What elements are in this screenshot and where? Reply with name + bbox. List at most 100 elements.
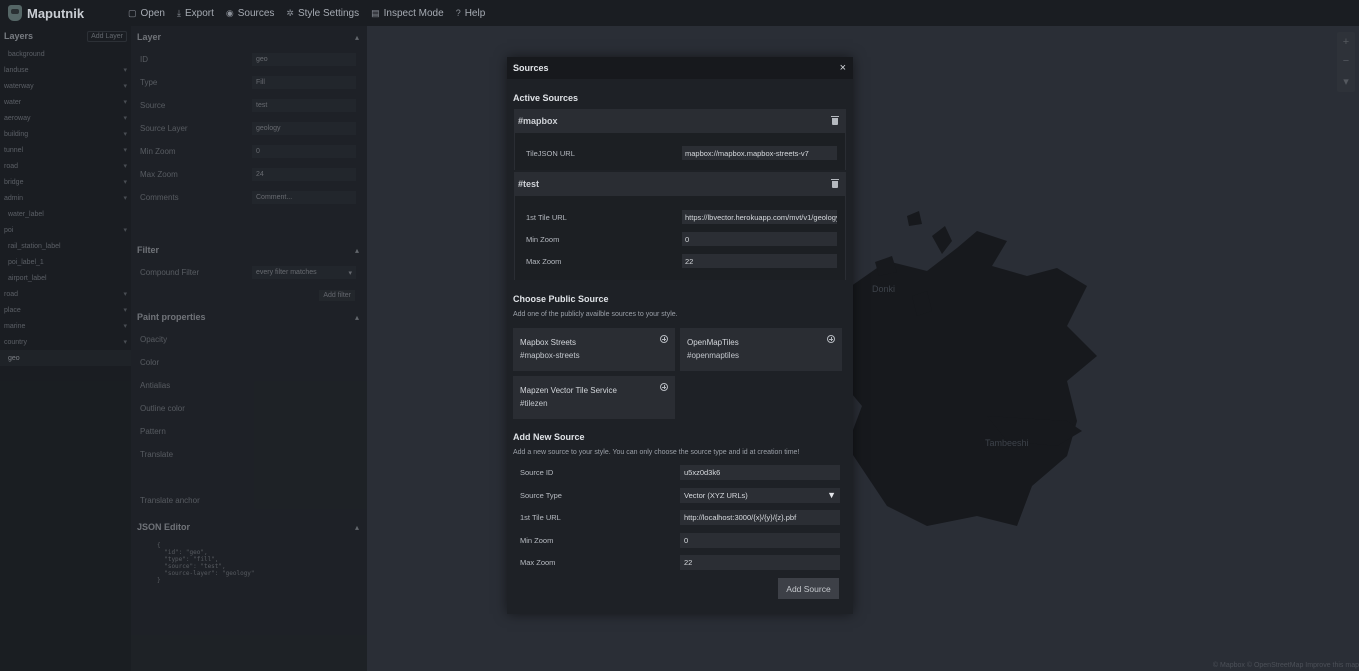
layer-property-value: Fill xyxy=(256,79,265,86)
layer-item-label: admin xyxy=(4,194,24,202)
tile-url-label: 1st Tile URL xyxy=(526,212,567,222)
layer-list-item[interactable]: building ▾ xyxy=(0,126,131,142)
export-button[interactable]: ⤓ Export xyxy=(171,0,220,26)
add-circle-icon[interactable] xyxy=(660,335,668,343)
chevron-down-icon: ▾ xyxy=(123,115,127,122)
layer-property-label: Source xyxy=(140,101,166,110)
public-source-card[interactable]: Mapbox Streets #mapbox-streets xyxy=(513,328,675,371)
tile-url-input[interactable]: https://lbvector.herokuapp.com/mvt/v1/ge… xyxy=(682,210,837,224)
add-filter-button[interactable]: Add filter xyxy=(319,289,355,301)
layer-properties: ID geo Type Fill Source test Source Layer geolo… xyxy=(131,48,367,209)
new-min-zoom-input[interactable]: 0 xyxy=(680,532,840,548)
zoom-in-button[interactable]: + xyxy=(1343,36,1349,48)
layer-property-input[interactable]: test xyxy=(252,99,356,112)
json-line: "source": "test", xyxy=(157,563,226,570)
paint-property-row xyxy=(131,466,367,489)
layer-list-title: Layers xyxy=(4,31,34,41)
layer-item-label: place xyxy=(4,306,21,314)
add-circle-icon[interactable] xyxy=(827,335,835,343)
paint-section-header[interactable]: Paint properties ▴ xyxy=(131,306,367,328)
json-editor[interactable]: { "id": "geo", "type": "fill", "source":… xyxy=(139,542,359,602)
source-type-select[interactable]: Vector (XYZ URLs) ▼ xyxy=(680,487,840,503)
layer-property-input[interactable]: 24 xyxy=(252,168,356,181)
layer-list-item[interactable]: tunnel ▾ xyxy=(0,142,131,158)
add-layer-button[interactable]: Add Layer xyxy=(87,30,127,42)
zoom-out-button[interactable]: − xyxy=(1343,55,1349,67)
layer-property-input[interactable]: geo xyxy=(252,53,356,66)
layer-property-row: ID geo xyxy=(131,48,367,71)
layer-list-item[interactable]: landuse ▾ xyxy=(0,62,131,78)
new-tile-url-label: 1st Tile URL xyxy=(520,512,561,522)
active-sources-heading: Active Sources xyxy=(513,93,579,103)
close-icon[interactable]: × xyxy=(840,62,846,74)
layer-list-item[interactable]: aeroway ▾ xyxy=(0,110,131,126)
public-source-card[interactable]: OpenMapTiles #openmaptiles xyxy=(680,328,842,371)
layer-list-item[interactable]: place ▾ xyxy=(0,302,131,318)
compass-button[interactable]: ▾ xyxy=(1343,75,1349,88)
layer-list-item[interactable]: road ▾ xyxy=(0,158,131,174)
new-max-zoom-input[interactable]: 22 xyxy=(680,554,840,570)
layer-property-row: Max Zoom 24 xyxy=(131,163,367,186)
layer-list-item[interactable]: admin ▾ xyxy=(0,190,131,206)
chevron-down-icon: ▾ xyxy=(123,339,127,346)
layer-list-item[interactable]: bridge ▾ xyxy=(0,174,131,190)
layer-list-item[interactable]: rail_station_label xyxy=(0,238,131,254)
layer-list-item[interactable]: road ▾ xyxy=(0,286,131,302)
layer-list-item[interactable]: marine ▾ xyxy=(0,318,131,334)
max-zoom-label: Max Zoom xyxy=(526,256,562,266)
help-button[interactable]: ? Help xyxy=(450,0,492,26)
add-source-button[interactable]: Add Source xyxy=(778,578,839,599)
chevron-down-icon: ▾ xyxy=(123,227,127,234)
layer-list-item[interactable]: background xyxy=(0,46,131,62)
add-circle-icon[interactable] xyxy=(660,383,668,391)
layer-list-item[interactable]: airport_label xyxy=(0,270,131,286)
chevron-down-icon: ▾ xyxy=(123,323,127,330)
json-section-header[interactable]: JSON Editor ▴ xyxy=(131,516,367,538)
app-logo: Maputnik xyxy=(0,5,122,21)
tilejson-url-input[interactable]: mapbox://mapbox.mapbox-streets-v7 xyxy=(682,146,837,160)
open-icon: ▢ xyxy=(128,7,137,18)
layer-list-item[interactable]: country ▾ xyxy=(0,334,131,350)
trash-icon[interactable] xyxy=(831,115,839,125)
layer-section-header[interactable]: Layer ▴ xyxy=(131,26,367,48)
source-id-input[interactable]: u5xz0d3k6 xyxy=(680,464,840,480)
sources-button[interactable]: ◉ Sources xyxy=(220,0,281,26)
open-button[interactable]: ▢ Open xyxy=(122,0,171,26)
layer-property-row: Min Zoom 0 xyxy=(131,140,367,163)
layer-list-item[interactable]: poi_label_1 xyxy=(0,254,131,270)
layer-property-value: geology xyxy=(256,125,281,132)
trash-icon[interactable] xyxy=(831,178,839,188)
sources-modal: Sources × Active Sources #mapbox TileJSO… xyxy=(507,57,853,614)
inspect-mode-button[interactable]: ▤ Inspect Mode xyxy=(365,0,450,26)
chevron-down-icon: ▾ xyxy=(123,195,127,202)
chevron-down-icon: ▼ xyxy=(827,490,836,500)
public-source-id: #openmaptiles xyxy=(687,351,740,360)
layer-list-item[interactable]: water_label xyxy=(0,206,131,222)
layer-editor-panel: Layer ▴ ID geo Type Fill Source test Source La… xyxy=(131,26,367,671)
layer-list-item[interactable]: waterway ▾ xyxy=(0,78,131,94)
public-source-name: Mapbox Streets xyxy=(520,338,577,347)
map-place-label: Donki xyxy=(872,284,896,294)
new-tile-url-input[interactable]: http://localhost:3000/{x}/{y}/{z}.pbf xyxy=(680,509,840,525)
layer-list-item[interactable]: poi ▾ xyxy=(0,222,131,238)
inspect-icon: ▤ xyxy=(371,7,380,18)
layer-property-input[interactable]: Comment... xyxy=(252,191,356,204)
layer-property-input[interactable]: geology xyxy=(252,122,356,135)
layer-property-input[interactable]: Fill xyxy=(252,76,356,89)
public-source-description: Add one of the publicly availble sources… xyxy=(513,311,678,318)
min-zoom-input[interactable]: 0 xyxy=(682,232,837,246)
layer-item-label: road xyxy=(4,162,19,170)
export-icon: ⤓ xyxy=(176,7,181,18)
layer-property-input[interactable]: 0 xyxy=(252,145,356,158)
max-zoom-input[interactable]: 22 xyxy=(682,254,837,268)
layer-list-item[interactable]: water ▾ xyxy=(0,94,131,110)
compound-filter-select[interactable]: every filter matches ▾ xyxy=(252,266,356,279)
public-source-card[interactable]: Mapzen Vector Tile Service #tilezen xyxy=(513,376,675,419)
paint-property-row: Translate anchor xyxy=(131,489,367,512)
layer-property-value: Comment... xyxy=(256,194,293,201)
map-attribution[interactable]: © Mapbox © OpenStreetMap Improve this ma… xyxy=(1213,662,1359,669)
export-label: Export xyxy=(184,7,214,19)
filter-section-header[interactable]: Filter ▴ xyxy=(131,239,367,261)
layer-list-item[interactable]: geo xyxy=(0,350,131,366)
style-settings-button[interactable]: ✲ Style Settings xyxy=(280,0,365,26)
